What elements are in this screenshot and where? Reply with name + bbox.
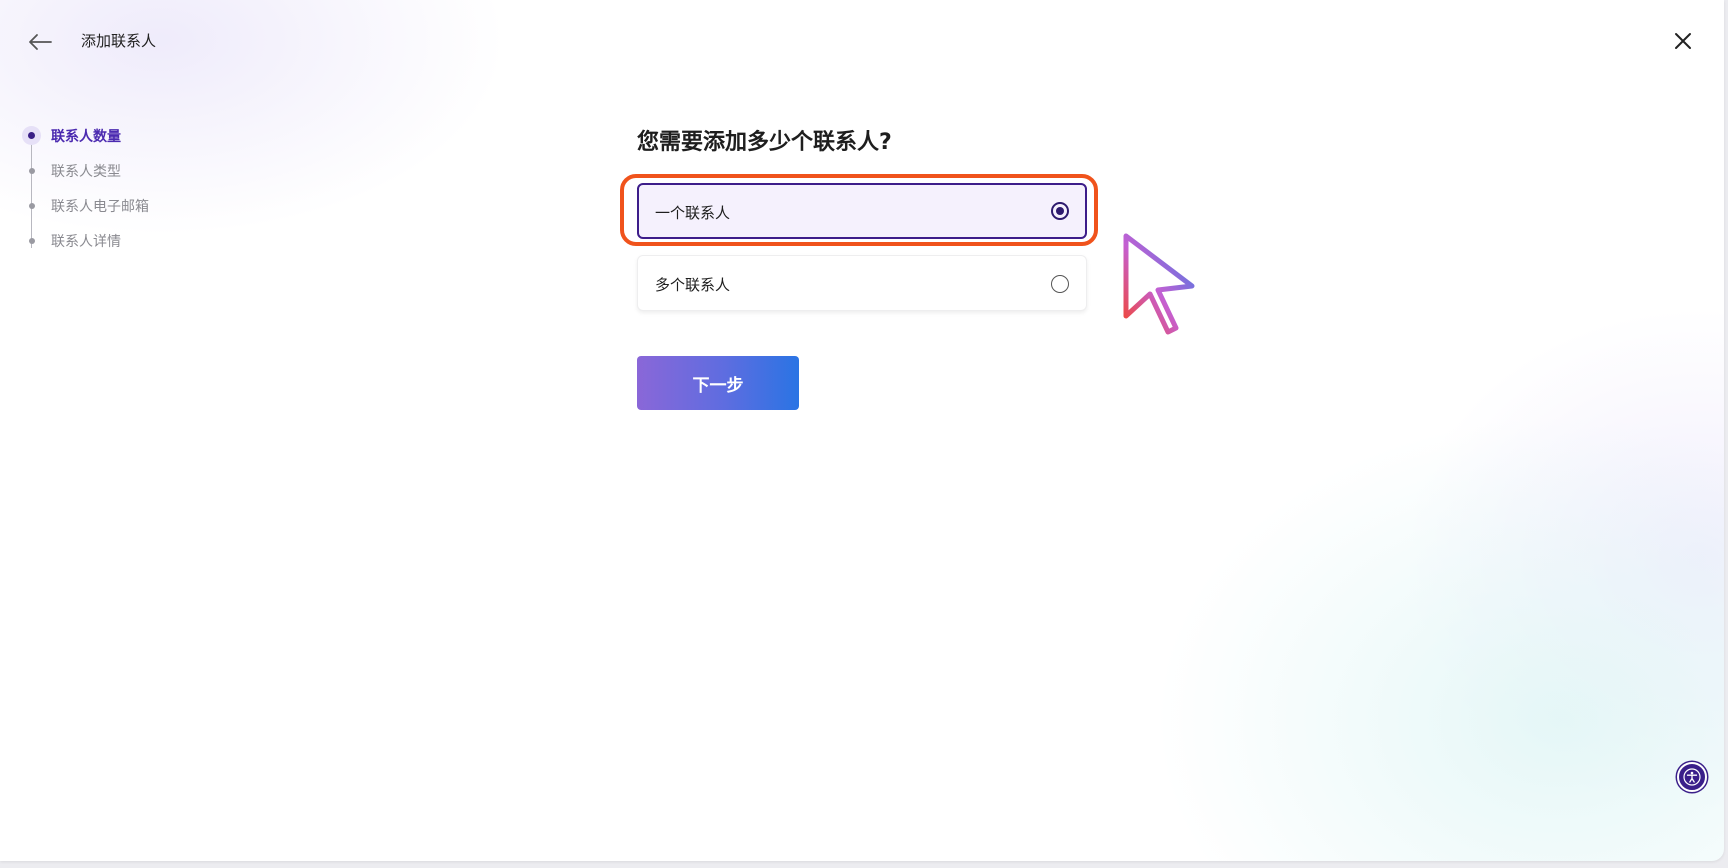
page-title: 添加联系人 [81, 32, 157, 50]
option-single-contact[interactable]: 一个联系人 [637, 183, 1087, 239]
next-button[interactable]: 下一步 [637, 356, 799, 410]
step-marker [22, 231, 41, 250]
radio-selected-icon[interactable] [1051, 202, 1069, 220]
cursor-pointer-icon [1123, 233, 1195, 335]
step-label: 联系人电子邮箱 [51, 199, 149, 215]
step-contact-type[interactable]: 联系人类型 [22, 159, 282, 194]
step-contact-email[interactable]: 联系人电子邮箱 [22, 194, 282, 229]
option-label: 一个联系人 [655, 204, 731, 222]
close-icon [1675, 33, 1691, 49]
accessibility-button[interactable] [1677, 762, 1707, 792]
arrow-left-icon [29, 34, 52, 50]
step-navigation: 联系人数量 联系人类型 联系人电子邮箱 联系人详情 [22, 124, 282, 264]
step-marker-active [22, 126, 41, 145]
option-label: 多个联系人 [655, 276, 731, 294]
close-button[interactable] [1668, 26, 1698, 56]
step-label: 联系人数量 [51, 129, 121, 145]
back-button[interactable] [24, 26, 56, 58]
accessibility-icon [1683, 768, 1701, 786]
add-contact-window: 添加联系人 联系人数量 联系人类型 联系人电子邮箱 联系人详情 您需要添加多少个… [0, 0, 1724, 861]
step-marker [22, 196, 41, 215]
radio-unselected-icon[interactable] [1051, 275, 1069, 293]
step-marker [22, 161, 41, 180]
step-label: 联系人详情 [51, 234, 121, 250]
step-contact-details[interactable]: 联系人详情 [22, 229, 282, 264]
option-multiple-contacts[interactable]: 多个联系人 [637, 255, 1087, 311]
step-contact-count[interactable]: 联系人数量 [22, 124, 282, 159]
question-heading: 您需要添加多少个联系人? [637, 130, 892, 155]
step-label: 联系人类型 [51, 164, 121, 180]
